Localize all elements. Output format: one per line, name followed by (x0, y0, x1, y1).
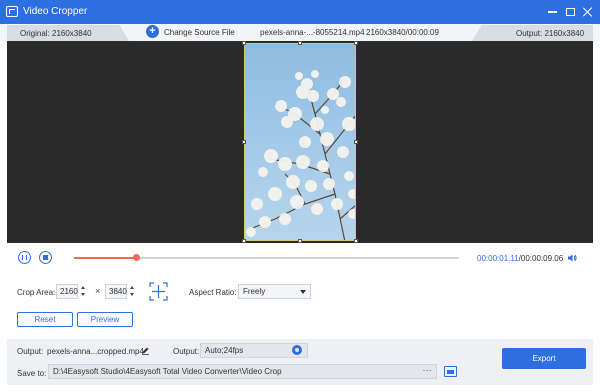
crop-handle-right[interactable] (354, 140, 358, 144)
save-to-label: Save to: (17, 369, 47, 378)
source-filename: pexels-anna-...-8055214.mp4 (260, 28, 365, 37)
minimize-icon (547, 11, 557, 13)
window-title: Video Cropper (23, 6, 88, 17)
crop-area-label: Crop Area: (17, 288, 56, 297)
crop-handle-top-left[interactable] (242, 41, 246, 45)
timeline-track[interactable] (74, 257, 459, 259)
crop-handle-left[interactable] (242, 140, 246, 144)
timeline-thumb[interactable] (132, 254, 140, 261)
output-filename: pexels-anna...cropped.mp4 (47, 347, 144, 356)
gear-icon[interactable] (292, 345, 302, 355)
plus-circle-icon[interactable]: + (146, 25, 159, 38)
speaker-icon[interactable] (567, 253, 577, 263)
maximize-icon (565, 8, 575, 16)
video-frame[interactable] (244, 43, 356, 241)
close-button[interactable] (580, 4, 596, 20)
blossom-tree-image (246, 70, 355, 240)
title-bar: Video Cropper (0, 0, 600, 24)
crop-handle-top-right[interactable] (354, 41, 358, 45)
crop-height-stepper[interactable] (129, 285, 136, 298)
aspect-ratio-label: Aspect Ratio: (189, 288, 237, 297)
dimension-separator: × (95, 286, 101, 296)
output-size-label: Output: 2160x3840 (516, 29, 585, 38)
minimize-button[interactable] (544, 4, 560, 20)
chevron-down-icon (300, 290, 306, 294)
save-path-field[interactable]: D:\4Easysoft Studio\4Easysoft Total Vide… (48, 364, 437, 379)
export-button[interactable]: Export (502, 348, 586, 369)
app-icon (6, 6, 18, 17)
crop-handle-top[interactable] (298, 41, 302, 45)
crop-height-input[interactable]: 3840 (105, 284, 127, 299)
change-source-button[interactable]: Change Source File (164, 28, 235, 37)
output-label: Output: (17, 347, 44, 356)
crop-settings-panel (7, 273, 593, 339)
output-format-label: Output: (173, 347, 200, 356)
stop-icon (43, 255, 48, 260)
original-size-label: Original: 2160x3840 (20, 29, 92, 38)
preview-button[interactable]: Preview (77, 312, 133, 327)
folder-icon[interactable] (444, 366, 457, 377)
timecode: 00:00:01.11/00:00:09.06 (477, 254, 563, 263)
stop-button[interactable] (39, 251, 52, 264)
reset-button[interactable]: Reset (17, 312, 73, 327)
browse-button[interactable]: ··· (418, 366, 436, 378)
maximize-button[interactable] (562, 4, 578, 20)
time-current: 00:00:01.11 (477, 254, 519, 263)
edit-icon[interactable] (141, 346, 150, 355)
close-icon (583, 7, 593, 17)
pause-icon (22, 255, 27, 260)
pause-button[interactable] (18, 251, 31, 264)
source-resolution-duration: 2160x3840/00:00:09 (366, 28, 439, 37)
timeline-progress (74, 257, 137, 259)
center-crop-icon[interactable] (149, 282, 168, 301)
time-total: /00:00:09.06 (518, 254, 564, 263)
crop-width-input[interactable]: 2160 (56, 284, 78, 299)
crop-width-stepper[interactable] (80, 285, 87, 298)
